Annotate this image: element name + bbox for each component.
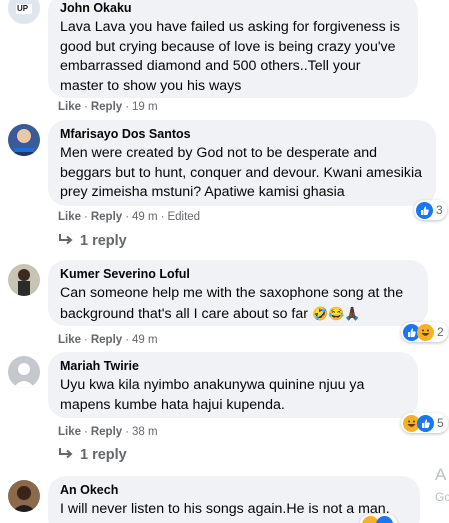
reply-button[interactable]: Reply: [91, 101, 122, 113]
comment-actions: Like · Reply · 38 m: [58, 426, 158, 438]
side-overlay-text-g: Gc: [435, 490, 449, 504]
replies-count: 1 reply: [80, 447, 127, 463]
like-button[interactable]: Like: [58, 101, 81, 113]
comment-emojis: 🤣😂🙏🏿: [311, 305, 361, 321]
avatar[interactable]: [8, 356, 40, 388]
comment-actions: Like · Reply · 19 m: [58, 101, 158, 113]
reply-button[interactable]: Reply: [91, 334, 122, 346]
reply-button[interactable]: Reply: [91, 211, 122, 223]
comment-text: Uyu kwa kila nyimbo anakunywa quinine nj…: [60, 377, 365, 413]
default-avatar-icon: [8, 356, 40, 388]
replies-count: 1 reply: [80, 233, 127, 249]
reply-arrow-icon: [58, 447, 74, 465]
reply-arrow-icon: [58, 233, 74, 251]
reaction-summary[interactable]: 5: [401, 413, 448, 433]
comment-author[interactable]: Mariah Twirie: [60, 358, 406, 374]
avatar-image: [8, 480, 40, 512]
avatar-image: [8, 264, 40, 296]
comment-bubble: Mariah Twirie Uyu kwa kila nyimbo anakun…: [48, 352, 418, 418]
comment-bubble: Mfarisayo Dos Santos Men were created by…: [48, 120, 436, 206]
haha-reaction-icon: [417, 323, 434, 341]
reaction-summary[interactable]: 2: [401, 322, 448, 342]
comment-text: Can someone help me with the saxophone s…: [60, 284, 416, 324]
comment-time[interactable]: 19 m: [132, 101, 158, 113]
view-replies-link[interactable]: 1 reply: [58, 447, 127, 465]
like-button[interactable]: Like: [58, 426, 81, 438]
reaction-count: 3: [436, 203, 443, 217]
avatar[interactable]: UP: [8, 0, 40, 24]
comment-actions: Like · Reply · 49 m: [58, 334, 158, 346]
comment-actions: Like · Reply · 49 m · Edited: [58, 211, 201, 223]
like-reaction-icon: [376, 515, 393, 523]
comment-time[interactable]: 38 m: [132, 426, 158, 438]
comment-text: Men were created by God not to be desper…: [60, 145, 423, 200]
comment-author[interactable]: Kumer Severino Loful: [60, 266, 416, 282]
reaction-count: 2: [437, 325, 444, 339]
comment-bubble: Kumer Severino Loful Can someone help me…: [48, 260, 428, 326]
comment-text: I will never listen to his songs again.H…: [60, 501, 390, 517]
comment-author[interactable]: Mfarisayo Dos Santos: [60, 126, 424, 142]
comment-author[interactable]: John Okaku: [60, 0, 406, 16]
avatar[interactable]: [8, 124, 40, 156]
like-button[interactable]: Like: [58, 334, 81, 346]
like-reaction-icon: [417, 414, 434, 432]
like-reaction-icon: [416, 201, 433, 219]
reaction-summary[interactable]: [360, 514, 397, 523]
avatar-badge-text: UP: [17, 4, 29, 13]
avatar[interactable]: [8, 480, 40, 512]
side-overlay-text-a: A: [435, 465, 447, 484]
comment-text: Lava Lava you have failed us asking for …: [60, 19, 400, 94]
view-replies-link[interactable]: 1 reply: [58, 233, 127, 251]
avatar-image: [8, 124, 40, 156]
like-button[interactable]: Like: [58, 211, 81, 223]
comment-time[interactable]: 49 m: [132, 211, 158, 223]
reaction-summary[interactable]: 3: [414, 200, 447, 220]
comment-bubble: John Okaku Lava Lava you have failed us …: [48, 0, 418, 98]
reply-button[interactable]: Reply: [91, 426, 122, 438]
avatar[interactable]: [8, 264, 40, 296]
comment-author[interactable]: An Okech: [60, 482, 408, 498]
edited-label[interactable]: Edited: [167, 211, 200, 223]
reaction-count: 5: [437, 416, 444, 430]
comment-time[interactable]: 49 m: [132, 334, 158, 346]
